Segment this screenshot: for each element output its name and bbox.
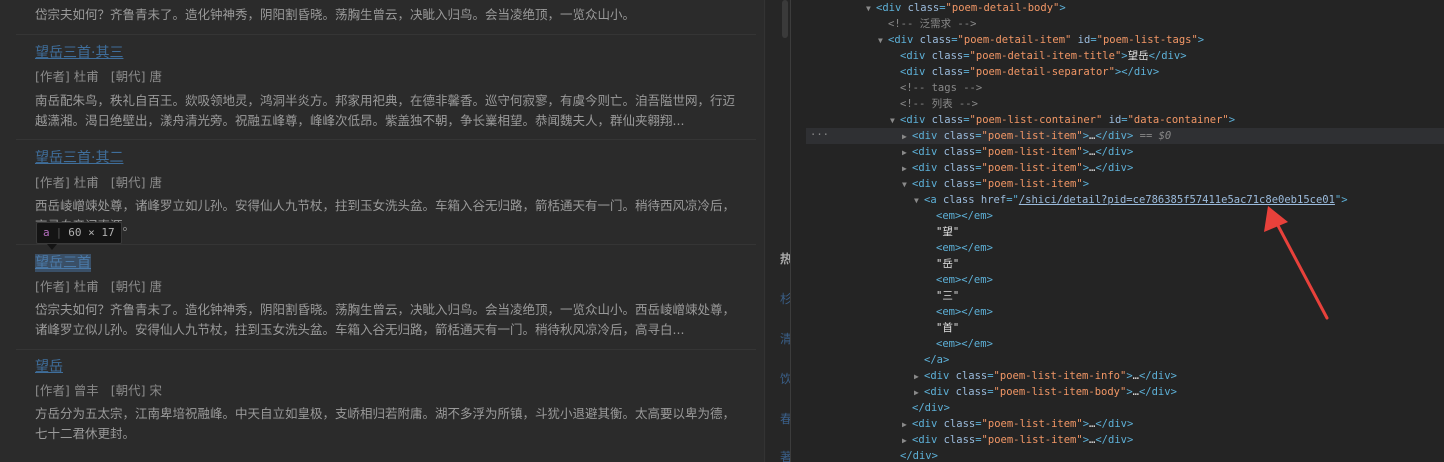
divider [16, 349, 756, 350]
tooltip-tag: a [43, 226, 50, 239]
tooltip-separator: | [55, 226, 63, 239]
sidebar-link[interactable]: 清 [780, 330, 790, 347]
sidebar-link[interactable]: 著 [780, 448, 790, 462]
poem-dynasty: [朝代] 唐 [110, 175, 162, 190]
scrollbar-thumb[interactable] [782, 0, 788, 38]
right-sidebar [766, 0, 790, 462]
poem-title-link-highlighted[interactable]: 望岳三首 [35, 254, 91, 272]
poem-info: [作者] 杜甫 [朝代] 唐 [35, 174, 162, 192]
poem-title-link[interactable]: 望岳三首·其二 [35, 149, 123, 167]
sidebar-link[interactable]: 饮 [780, 370, 790, 387]
poem-author: [作者] 曾丰 [35, 383, 99, 398]
poem-body-text: 西岳崚嶒竦处尊，诸峰罗立如儿孙。安得仙人九节杖，拄到玉女洗头盆。车箱入谷无归路，… [35, 198, 736, 233]
annotation-arrow-shaft [1272, 216, 1329, 320]
divider [16, 244, 756, 245]
poem-body-text: 方岳分为五太宗，江南卑培祝融峰。中天自立如皇极，支峤相归若附庸。湖不多浮为所镇，… [35, 406, 736, 441]
webpage-viewport: 岱宗夫如何？齐鲁青未了。造化钟神秀，阴阳割昏晓。荡胸生曾云，决眦入归鸟。会当凌绝… [0, 0, 790, 462]
poem-info: [作者] 杜甫 [朝代] 唐 [35, 278, 162, 296]
sidebar-link[interactable]: 杉 [780, 290, 790, 307]
sidebar-heading: 热 [780, 252, 790, 266]
poem-body-text: 岱宗夫如何？齐鲁青未了。造化钟神秀，阴阳割昏晓。荡胸生曾云，决眦入归鸟。会当凌绝… [35, 302, 736, 337]
poem-author: [作者] 杜甫 [35, 69, 99, 84]
poem-body-text: 南岳配朱鸟，秩礼自百王。欻吸领地灵，鸿洞半炎方。邦家用祀典，在德非馨香。巡守何寂… [35, 93, 736, 128]
poem-info: [作者] 曾丰 [朝代] 宋 [35, 382, 162, 400]
sidebar-link[interactable]: 春 [780, 410, 790, 427]
tooltip-size: 60 × 17 [68, 226, 115, 239]
poem-list-panel: 岱宗夫如何？齐鲁青未了。造化钟神秀，阴阳割昏晓。荡胸生曾云，决眦入归鸟。会当凌绝… [0, 0, 765, 462]
poem-author: [作者] 杜甫 [35, 175, 99, 190]
poem-dynasty: [朝代] 宋 [110, 383, 162, 398]
poem-dynasty: [朝代] 唐 [110, 279, 162, 294]
divider [16, 34, 756, 35]
annotation-arrow [1264, 206, 1329, 320]
poem-body-text: 岱宗夫如何？齐鲁青未了。造化钟神秀，阴阳割昏晓。荡胸生曾云，决眦入归鸟。会当凌绝… [35, 7, 636, 22]
annotation-arrow-head [1264, 206, 1288, 232]
poem-author: [作者] 杜甫 [35, 279, 99, 294]
devtools-resize-handle[interactable] [790, 0, 806, 462]
poem-info: [作者] 杜甫 [朝代] 唐 [35, 68, 162, 86]
divider [16, 139, 756, 140]
poem-dynasty: [朝代] 唐 [110, 69, 162, 84]
tooltip-arrow [47, 244, 57, 250]
devtools-elements-panel: ▼ <div class="poem-detail-body"> <!-- 泛需求 … [806, 0, 1444, 462]
poem-title-link[interactable]: 望岳三首·其三 [35, 44, 123, 62]
inspector-tooltip: a | 60 × 17 [36, 222, 122, 244]
poem-title-link[interactable]: 望岳 [35, 358, 63, 376]
